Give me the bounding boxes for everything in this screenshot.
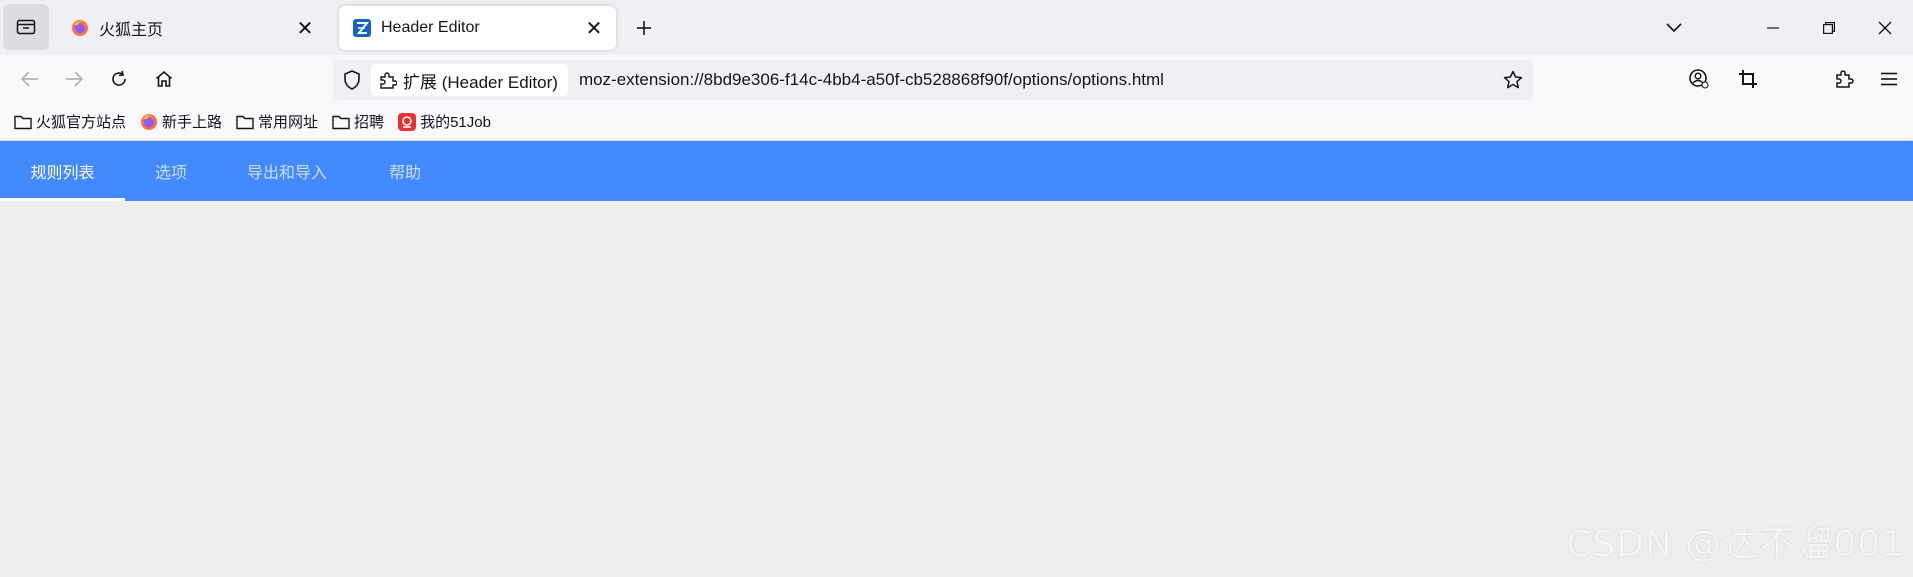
puzzle-icon [1836, 70, 1854, 88]
plus-icon [637, 21, 651, 35]
tab-firefox-home[interactable]: 火狐主页 ✕ [57, 6, 327, 50]
bookmark-item[interactable]: 我的51Job [398, 111, 491, 132]
close-icon[interactable]: ✕ [582, 16, 606, 40]
tab-title: 火狐主页 [99, 22, 164, 39]
firefox-icon [140, 113, 158, 131]
app-tab-bar: 规则列表 选项 导出和导入 帮助 [0, 141, 1913, 201]
restore-button[interactable] [1801, 0, 1857, 55]
list-all-tabs-button[interactable] [1660, 14, 1688, 42]
puzzle-icon [380, 72, 397, 89]
tab-strip: 火狐主页 ✕ Header Editor ✕ [0, 0, 1913, 55]
folder-icon [236, 113, 254, 131]
chevron-down-icon [1666, 23, 1682, 33]
bookmark-star-button[interactable] [1493, 60, 1533, 100]
minimize-button[interactable] [1745, 0, 1801, 55]
extension-identity-chip[interactable]: 扩展 (Header Editor) [371, 64, 568, 96]
bookmark-label: 新手上路 [162, 114, 223, 131]
home-button[interactable] [148, 63, 180, 95]
close-icon[interactable]: ✕ [293, 16, 317, 40]
navigation-toolbar: 扩展 (Header Editor) moz-extension://8bd9e… [0, 55, 1913, 103]
account-button[interactable] [1683, 63, 1715, 95]
tab-help[interactable]: 帮助 [357, 141, 453, 201]
header-editor-icon [353, 19, 371, 37]
watermark: CSDN @达不溜001 [1566, 524, 1905, 565]
account-icon [1689, 69, 1709, 89]
extensions-button[interactable] [1829, 63, 1861, 95]
back-button[interactable] [14, 63, 46, 95]
bookmark-label: 火狐官方站点 [36, 114, 127, 131]
star-icon [1503, 70, 1523, 89]
bookmark-item[interactable]: 常用网址 [236, 111, 318, 132]
bookmark-item[interactable]: 火狐官方站点 [14, 111, 126, 132]
minimize-icon [1767, 26, 1779, 29]
tab-header-editor[interactable]: Header Editor ✕ [339, 6, 616, 50]
51job-icon [398, 112, 417, 131]
bookmark-label: 招聘 [354, 114, 385, 131]
bookmark-label: 我的51Job [420, 114, 491, 131]
tab-export-import[interactable]: 导出和导入 [217, 141, 357, 201]
firefox-icon [72, 20, 88, 36]
crop-icon [1739, 70, 1757, 88]
bookmark-label: 常用网址 [258, 114, 319, 131]
tab-rules-list[interactable]: 规则列表 [0, 141, 125, 201]
reload-icon [112, 70, 126, 86]
app-menu-button[interactable] [1873, 63, 1905, 95]
folder-icon [14, 113, 32, 131]
url-bar[interactable]: 扩展 (Header Editor) moz-extension://8bd9e… [333, 60, 1533, 100]
new-tab-button[interactable] [630, 14, 658, 42]
bookmark-item[interactable]: 招聘 [332, 111, 384, 132]
forward-arrow-icon [66, 71, 83, 87]
reload-button[interactable] [103, 63, 135, 95]
bookmarks-toolbar: 火狐官方站点 新手上路 常用网址 招聘 我的51Job [0, 103, 1913, 141]
tab-overview-button[interactable] [3, 4, 49, 50]
hamburger-menu-icon [1881, 72, 1897, 86]
back-arrow-icon [21, 71, 38, 87]
tab-title: Header Editor [381, 19, 480, 36]
screenshot-button[interactable] [1732, 63, 1764, 95]
tab-overview-icon [16, 19, 36, 35]
close-window-button[interactable] [1857, 0, 1913, 55]
url-text[interactable]: moz-extension://8bd9e306-f14c-4bb4-a50f-… [579, 70, 1493, 90]
window-controls [1745, 0, 1913, 55]
tracking-protection-button[interactable] [333, 60, 371, 100]
extension-name: 扩展 (Header Editor) [403, 72, 558, 92]
shield-icon [344, 70, 360, 90]
close-icon [1878, 21, 1892, 34]
bookmark-item[interactable]: 新手上路 [140, 111, 222, 132]
home-icon [155, 70, 173, 87]
restore-icon [1823, 21, 1835, 34]
tab-options[interactable]: 选项 [125, 141, 217, 201]
forward-button[interactable] [58, 63, 90, 95]
folder-icon [332, 113, 350, 131]
